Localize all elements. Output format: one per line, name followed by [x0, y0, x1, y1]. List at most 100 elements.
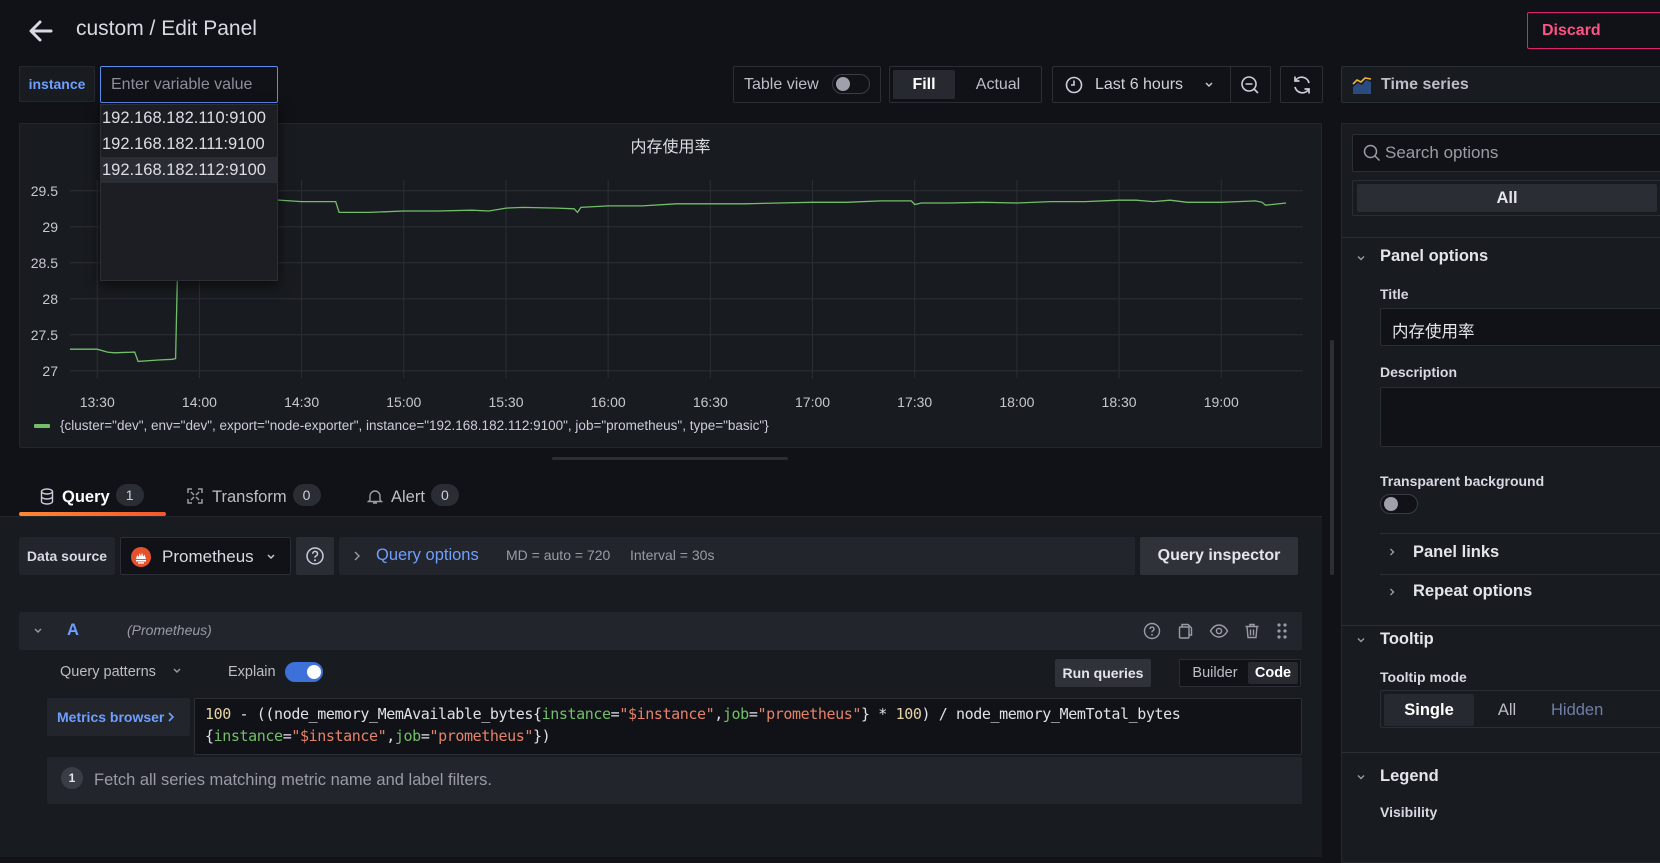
actual-option[interactable]: Actual — [958, 70, 1038, 99]
tab-label: Query — [62, 488, 110, 506]
tab-alert[interactable]: Alert 0 — [367, 484, 459, 514]
query-options-toggle[interactable]: Query options MD = auto = 720 Interval =… — [339, 537, 1135, 575]
chart-legend[interactable]: {cluster="dev", env="dev", export="node-… — [34, 418, 769, 433]
refresh-button[interactable] — [1280, 66, 1323, 103]
run-queries-button[interactable]: Run queries — [1055, 659, 1151, 687]
promql-code-editor[interactable]: 100 - ((node_memory_MemAvailable_bytes{i… — [194, 698, 1302, 755]
code-token: , — [386, 727, 395, 745]
eye-icon[interactable] — [1209, 622, 1229, 640]
clock-icon — [1065, 76, 1083, 94]
code-token: - ((node_memory_MemAvailable_bytes{ — [230, 705, 542, 723]
variable-option[interactable]: 192.168.182.110:9100 — [101, 105, 277, 131]
variable-option[interactable]: 192.168.182.111:9100 — [101, 131, 277, 157]
discard-button[interactable]: Discard — [1527, 12, 1660, 49]
code-line: 100 - ((node_memory_MemAvailable_bytes{i… — [205, 703, 1291, 725]
code-token: { — [205, 727, 214, 745]
table-view-switch[interactable] — [832, 74, 870, 94]
transform-icon — [187, 488, 203, 504]
tab-label: Transform — [212, 488, 287, 506]
code-token: , — [714, 705, 723, 723]
visualization-picker[interactable]: Time series — [1341, 66, 1660, 103]
query-explanation: 1 Fetch all series matching metric name … — [47, 757, 1302, 804]
editor-scrollbar[interactable] — [1330, 340, 1334, 575]
editor-mode-toggle: Builder Code — [1179, 659, 1301, 687]
title-input[interactable]: 内存使用率 — [1380, 308, 1660, 346]
section-panel-links[interactable]: Panel links — [1413, 543, 1499, 562]
section-panel-options[interactable]: Panel options — [1380, 247, 1488, 266]
query-patterns-label: Query patterns — [60, 664, 156, 680]
x-tick-label: 14:30 — [284, 394, 319, 410]
data-source-label: Data source — [19, 537, 115, 575]
query-inspector-button[interactable]: Query inspector — [1140, 537, 1298, 575]
table-view-toggle[interactable]: Table view — [733, 66, 881, 103]
variable-option[interactable]: 192.168.182.112:9100 — [101, 157, 277, 183]
back-button[interactable] — [26, 16, 56, 46]
code-token: 100 — [895, 705, 922, 723]
divider — [1380, 533, 1660, 534]
help-icon[interactable] — [1143, 622, 1161, 640]
options-tab-all[interactable]: All — [1357, 184, 1657, 212]
description-field-label: Description — [1380, 364, 1458, 380]
fill-option[interactable]: Fill — [893, 70, 955, 99]
explain-step-text: Fetch all series matching metric name an… — [94, 771, 492, 789]
section-tooltip[interactable]: Tooltip — [1380, 630, 1434, 649]
metrics-browser-label: Metrics browser — [57, 709, 165, 725]
legend-swatch — [34, 424, 50, 429]
options-pane: All Panel options Title 内存使用率 Descriptio… — [1341, 123, 1660, 863]
zoom-out-icon[interactable] — [1240, 75, 1260, 95]
panel-resize-handle[interactable] — [552, 457, 788, 460]
help-icon — [306, 547, 324, 565]
drag-handle-icon[interactable] — [1275, 621, 1289, 641]
tab-transform[interactable]: Transform 0 — [186, 484, 321, 514]
code-token: 100 — [205, 705, 231, 723]
tab-query[interactable]: Query 1 — [40, 484, 144, 514]
tooltip-mode-single[interactable]: Single — [1384, 694, 1474, 726]
y-tick-label: 29 — [42, 219, 58, 235]
data-source-select[interactable]: Prometheus — [120, 537, 291, 575]
tooltip-mode-label: Tooltip mode — [1380, 669, 1467, 685]
transparent-background-label: Transparent background — [1380, 473, 1545, 489]
query-row-header: A (Prometheus) — [19, 612, 1302, 650]
explain-switch[interactable] — [285, 662, 323, 682]
database-icon — [40, 488, 54, 505]
x-tick-label: 15:30 — [488, 394, 523, 410]
x-tick-label: 14:00 — [182, 394, 217, 410]
query-patterns-dropdown[interactable]: Query patterns — [60, 664, 182, 680]
query-ref-id[interactable]: A — [67, 621, 79, 640]
code-mode-option[interactable]: Code — [1248, 662, 1298, 684]
transparent-background-switch[interactable] — [1380, 494, 1418, 514]
section-repeat-options[interactable]: Repeat options — [1413, 582, 1532, 601]
page-title: custom / Edit Panel — [76, 17, 257, 40]
chevron-down-icon — [1205, 82, 1213, 87]
metrics-browser-button[interactable]: Metrics browser — [47, 698, 190, 736]
x-tick-label: 15:00 — [386, 394, 421, 410]
search-options-input[interactable] — [1385, 135, 1660, 171]
duplicate-icon[interactable] — [1177, 622, 1195, 640]
switch-knob — [1384, 497, 1398, 511]
description-textarea[interactable] — [1380, 387, 1660, 447]
search-options-field[interactable] — [1352, 134, 1660, 172]
chevron-right-icon — [354, 551, 360, 561]
tooltip-mode-hidden[interactable]: Hidden — [1539, 694, 1619, 726]
code-token: job — [722, 705, 749, 723]
code-token: "prometheus" — [757, 705, 862, 723]
chevron-down-icon — [1357, 775, 1365, 780]
y-tick-label: 29.5 — [31, 183, 58, 199]
tab-count-badge: 1 — [115, 484, 144, 506]
code-line: {instance="$instance",job="prometheus"}) — [205, 725, 1291, 747]
trash-icon[interactable] — [1243, 622, 1261, 640]
tooltip-mode-all[interactable]: All — [1477, 694, 1537, 726]
x-tick-label: 16:30 — [693, 394, 728, 410]
x-tick-label: 17:00 — [795, 394, 830, 410]
arrow-left-icon — [29, 20, 53, 42]
variable-options-dropdown: 192.168.182.110:9100 192.168.182.111:910… — [100, 104, 278, 281]
variable-value-input[interactable] — [100, 66, 278, 103]
data-source-name: Prometheus — [162, 547, 254, 566]
collapse-chevron-icon[interactable] — [33, 627, 43, 635]
chevron-down-icon — [1357, 256, 1365, 261]
time-range-picker[interactable]: Last 6 hours — [1052, 66, 1271, 103]
section-legend[interactable]: Legend — [1380, 767, 1439, 786]
data-source-help-button[interactable] — [296, 537, 334, 575]
builder-mode-option[interactable]: Builder — [1182, 662, 1248, 684]
tab-count-badge: 0 — [430, 484, 459, 506]
